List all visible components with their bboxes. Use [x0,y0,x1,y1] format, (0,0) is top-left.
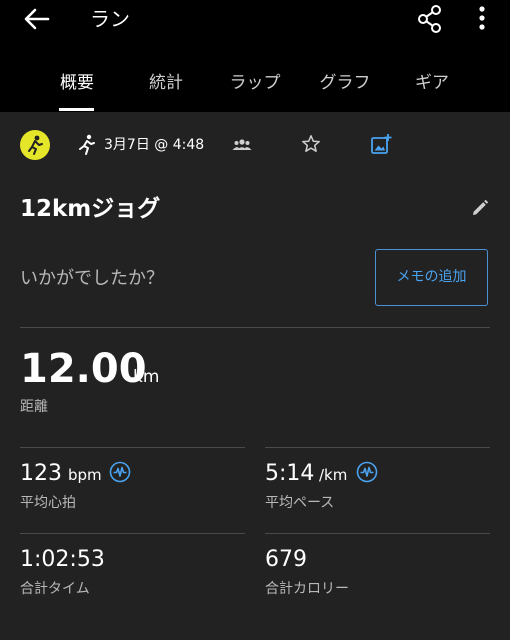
total-calories-label: 合計カロリー [265,581,349,597]
avatar-runner-icon [28,135,43,155]
total-time-value: 1:02:53 [20,547,105,572]
distance-unit: km [133,367,160,387]
stat-divider [265,533,490,534]
page-title: ラン [90,7,130,31]
edit-pencil-icon[interactable] [470,198,490,218]
total-calories-value: 679 [265,547,307,572]
people-icon[interactable] [232,136,252,154]
avg-pace-unit: /km [319,466,348,484]
tab-laps[interactable]: ラップ [222,70,288,96]
tab-graphs[interactable]: グラフ [312,70,378,96]
avg-heart-rate-value: 123 [20,461,62,486]
heart-rate-zone-icon[interactable] [109,461,131,483]
app-header: ラン 概要 統計 ラップ グラフ ギア [0,0,510,112]
section-divider [20,327,490,328]
more-vertical-icon[interactable] [472,4,492,34]
tab-overview[interactable]: 概要 [50,70,104,96]
add-photo-icon[interactable] [370,133,392,155]
stat-divider [20,533,245,534]
avg-pace-label: 平均ペース [265,495,335,511]
distance-value: 12.00 [20,346,147,392]
tab-stats[interactable]: 統計 [139,70,193,96]
share-icon[interactable] [417,5,443,33]
active-tab-indicator [59,108,94,111]
distance-label: 距離 [20,399,48,415]
avatar[interactable] [20,130,50,160]
activity-date: 3月7日 @ 4:48 [104,137,205,153]
stat-divider [265,447,490,448]
star-icon[interactable] [301,134,321,154]
avg-pace-value: 5:14 [265,461,315,486]
avg-heart-rate-unit: bpm [68,466,102,484]
avg-heart-rate-label: 平均心拍 [20,495,76,511]
running-icon [79,134,95,155]
back-arrow-icon[interactable] [22,6,50,32]
how-was-it-prompt: いかがでしたか？ [20,268,164,289]
activity-name[interactable]: 12kmジョグ [20,194,160,224]
pace-zone-icon[interactable] [356,461,378,483]
total-time-label: 合計タイム [20,581,90,597]
stat-divider [20,447,245,448]
add-memo-button[interactable]: メモの追加 [375,249,488,306]
tab-gear[interactable]: ギア [405,70,459,96]
